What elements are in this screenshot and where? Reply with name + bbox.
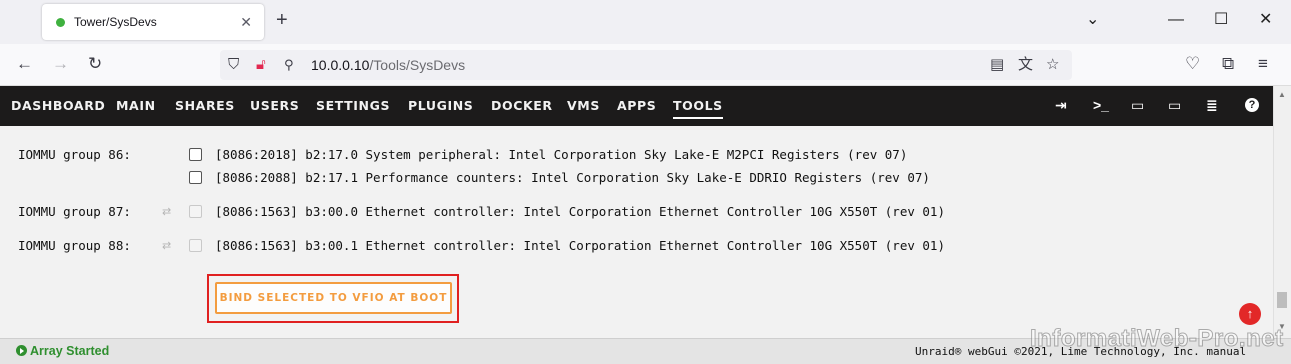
nav-docker[interactable]: DOCKER xyxy=(491,98,553,114)
menu-icon[interactable]: ≡ xyxy=(1258,54,1268,74)
maximize-icon[interactable]: ☐ xyxy=(1214,10,1228,30)
iommu-group-label: IOMMU group 86: xyxy=(18,147,131,162)
nav-shares[interactable]: SHARES xyxy=(175,98,235,114)
back-icon[interactable]: ← xyxy=(16,54,33,74)
new-tab-icon[interactable]: + xyxy=(276,10,288,30)
iommu-group-label: IOMMU group 88: xyxy=(18,238,131,253)
array-status: Array Started xyxy=(16,344,109,358)
browser-nav-bar: ← → ↻ ⛉ 🔓︎ ⚲ 10.0.0.10/Tools/SysDevs ▤ 文… xyxy=(0,44,1291,86)
browser-tab-strip: Tower/SysDevs ✕ + ⌄ — ☐ ✕ xyxy=(0,0,1291,44)
device-description: [8086:1563] b3:00.1 Ethernet controller:… xyxy=(215,238,945,253)
minimize-icon[interactable]: — xyxy=(1168,10,1184,30)
array-status-text: Array Started xyxy=(30,344,110,358)
nav-vms[interactable]: VMS xyxy=(567,98,600,114)
browser-tab[interactable]: Tower/SysDevs ✕ xyxy=(42,4,264,40)
device-checkbox[interactable] xyxy=(189,171,202,184)
nav-apps[interactable]: APPS xyxy=(617,98,656,114)
close-window-icon[interactable]: ✕ xyxy=(1259,10,1272,30)
feedback-icon[interactable]: ▭ xyxy=(1131,97,1144,113)
insecure-lock-icon[interactable]: 🔓︎ xyxy=(256,56,266,74)
iommu-group-label: IOMMU group 87: xyxy=(18,204,131,219)
reload-icon[interactable]: ↻ xyxy=(88,54,102,74)
info-monitor-icon[interactable]: ▭ xyxy=(1168,97,1181,113)
translate-icon[interactable]: 文 xyxy=(1018,56,1033,74)
device-description: [8086:2018] b2:17.0 System peripheral: I… xyxy=(215,147,908,162)
nav-users[interactable]: USERS xyxy=(250,98,299,114)
device-description: [8086:1563] b3:00.0 Ethernet controller:… xyxy=(215,204,945,219)
nav-plugins[interactable]: PLUGINS xyxy=(408,98,473,114)
reader-view-icon[interactable]: ▤ xyxy=(990,56,1004,74)
pocket-icon[interactable]: ♡ xyxy=(1185,54,1200,74)
log-icon[interactable]: ≣ xyxy=(1206,97,1218,113)
tab-title: Tower/SysDevs xyxy=(74,15,157,29)
scroll-up-arrow-icon[interactable]: ▲ xyxy=(1278,90,1286,99)
play-icon xyxy=(16,345,27,356)
nav-settings[interactable]: SETTINGS xyxy=(316,98,390,114)
site-favicon-icon xyxy=(56,17,65,27)
nav-tools[interactable]: TOOLS xyxy=(673,98,723,119)
bookmark-star-icon[interactable]: ☆ xyxy=(1046,56,1059,74)
bind-vfio-button[interactable]: BIND SELECTED TO VFIO AT BOOT xyxy=(215,282,452,314)
scroll-to-top-icon[interactable]: ↑ xyxy=(1239,303,1261,325)
reset-link-icon[interactable]: ⇄ xyxy=(162,239,171,252)
device-checkbox[interactable] xyxy=(189,239,202,252)
device-checkbox[interactable] xyxy=(189,205,202,218)
close-tab-icon[interactable]: ✕ xyxy=(240,14,252,31)
system-devices-content: IOMMU group 86: [8086:2018] b2:17.0 Syst… xyxy=(0,126,1273,338)
address-bar[interactable]: ⛉ 🔓︎ ⚲ 10.0.0.10/Tools/SysDevs ▤ 文 ☆ xyxy=(220,50,1072,80)
watermark-logo: InformatiWeb-Pro.net xyxy=(1030,325,1284,353)
device-checkbox[interactable] xyxy=(189,148,202,161)
nav-dashboard[interactable]: DASHBOARD xyxy=(11,98,105,114)
list-all-tabs-icon[interactable]: ⌄ xyxy=(1086,10,1099,30)
scroll-thumb[interactable] xyxy=(1277,292,1287,308)
logout-icon[interactable]: ⇥ xyxy=(1055,97,1067,113)
nav-main[interactable]: MAIN xyxy=(116,98,156,114)
url-text: 10.0.0.10/Tools/SysDevs xyxy=(311,57,466,73)
permissions-icon[interactable]: ⚲ xyxy=(284,56,294,74)
unraid-main-nav: DASHBOARD MAIN SHARES USERS SETTINGS PLU… xyxy=(0,86,1273,126)
extensions-icon[interactable]: ⧉ xyxy=(1222,54,1234,74)
device-description: [8086:2088] b2:17.1 Performance counters… xyxy=(215,170,930,185)
reset-link-icon[interactable]: ⇄ xyxy=(162,205,171,218)
help-icon[interactable]: ? xyxy=(1245,98,1259,112)
terminal-icon[interactable]: >_ xyxy=(1093,97,1109,113)
shield-icon[interactable]: ⛉ xyxy=(228,56,239,74)
page-scrollbar[interactable]: ▲ ▼ xyxy=(1273,86,1291,338)
forward-icon[interactable]: → xyxy=(52,54,69,74)
